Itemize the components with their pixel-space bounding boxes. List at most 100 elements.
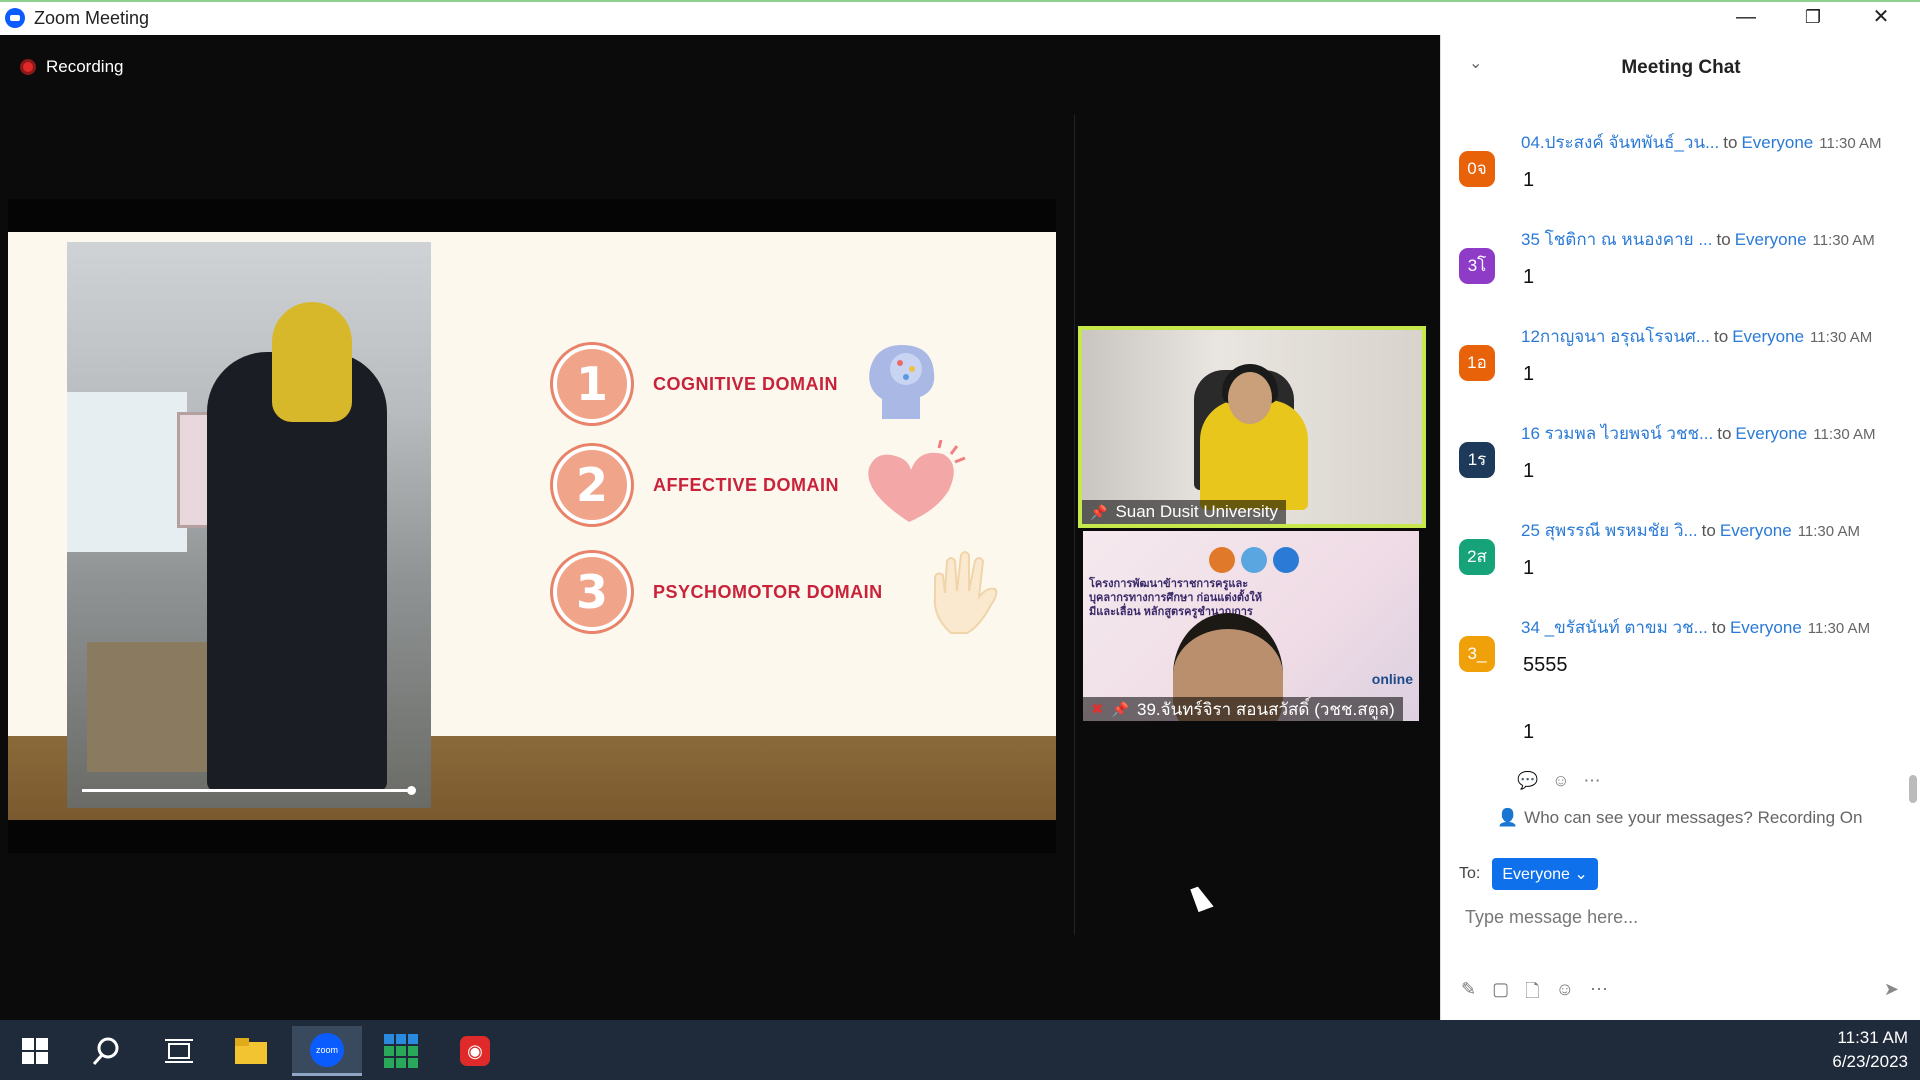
- visibility-info[interactable]: 👤 Who can see your messages? Recording O…: [1497, 808, 1862, 828]
- sender-name[interactable]: 35 โชติกา ณ หนองคาย ...: [1521, 230, 1713, 249]
- number-badge: 1: [553, 345, 631, 423]
- to-word: to: [1714, 327, 1729, 346]
- video-window: [67, 392, 187, 552]
- chat-message: 1อ 12กาญจนา อรุณโรจนศ... to Everyone 11:30 A…: [1459, 317, 1909, 407]
- app-grid-icon: [384, 1034, 418, 1068]
- more-icon[interactable]: ⋯: [1590, 979, 1608, 1009]
- close-button[interactable]: ✕: [1853, 2, 1909, 35]
- to-word: to: [1717, 424, 1732, 443]
- participant-tile[interactable]: โครงการพัฒนาข้าราชการครูและบุคลากรทางการ…: [1083, 531, 1419, 721]
- restore-button[interactable]: ❐: [1785, 2, 1841, 35]
- presentation-slide: 1 COGNITIVE DOMAIN 2 AFFECTIVE DOMAIN 3 …: [8, 232, 1056, 820]
- chat-message-text: 1: [1523, 169, 1535, 191]
- banner-caption: โครงการพัฒนาข้าราชการครูและบุคลากรทางการ…: [1089, 578, 1263, 618]
- task-view-icon: [165, 1039, 193, 1063]
- recording-label: Recording: [46, 57, 124, 76]
- recipient-name[interactable]: Everyone: [1732, 327, 1804, 346]
- emoji-icon[interactable]: ☺: [1556, 979, 1574, 1009]
- recipient-name[interactable]: Everyone: [1730, 618, 1802, 637]
- message-meta: 25 สุพรรณี พรหมชัย วิ... to Everyone 11:30 …: [1521, 517, 1860, 544]
- recipient-name[interactable]: Everyone: [1720, 521, 1792, 540]
- recording-indicator[interactable]: Recording: [20, 55, 124, 79]
- emoji-reaction-icon[interactable]: ☺: [1552, 771, 1569, 791]
- to-word: to: [1711, 618, 1726, 637]
- chat-message-text: 1: [1523, 460, 1535, 482]
- domain-label: PSYCHOMOTOR DOMAIN: [653, 581, 883, 602]
- hand-icon: [933, 551, 997, 634]
- clock-date: 6/23/2023: [1832, 1052, 1908, 1071]
- format-icon[interactable]: ✎: [1461, 979, 1476, 1009]
- video-progress-bar[interactable]: [82, 786, 416, 795]
- zoom-logo-icon: [5, 8, 25, 28]
- minimize-button[interactable]: —: [1718, 2, 1774, 35]
- avatar: 3โ: [1459, 248, 1495, 284]
- message-time: 11:30 AM: [1813, 426, 1876, 443]
- chat-title: Meeting Chat: [1621, 57, 1741, 78]
- meeting-chat-panel: ⌄ Meeting Chat 0จ 04.ประสงค์ จันทพันธ์_วน…: [1440, 35, 1920, 1020]
- reply-icon[interactable]: 💬: [1517, 771, 1538, 791]
- sender-name[interactable]: 16 รวมพล ไวยพจน์ วชช...: [1521, 424, 1713, 443]
- folder-icon: [235, 1038, 267, 1064]
- message-meta: 16 รวมพล ไวยพจน์ วชช... to Everyone 11:30 A…: [1521, 420, 1876, 447]
- chat-message-text: 5555: [1523, 654, 1568, 676]
- system-clock[interactable]: 11:31 AM 6/23/2023: [1832, 1026, 1908, 1074]
- chat-message-text: 1: [1523, 266, 1535, 288]
- more-icon[interactable]: ⋯: [1584, 771, 1601, 791]
- participant-tile-active[interactable]: 📌 Suan Dusit University: [1078, 326, 1426, 528]
- participant-name: 39.จันทร์จิรา สอนสวัสดิ์ (วชช.สตูล): [1137, 699, 1395, 719]
- message-time: 11:30 AM: [1807, 620, 1871, 637]
- shared-screen: 1 COGNITIVE DOMAIN 2 AFFECTIVE DOMAIN 3 …: [8, 199, 1056, 853]
- domain-item-affective: 2 AFFECTIVE DOMAIN: [553, 440, 969, 530]
- message-actions: 💬 ☺ ⋯: [1517, 771, 1601, 791]
- red-app-button[interactable]: ◉: [440, 1026, 510, 1076]
- recipient-name[interactable]: Everyone: [1735, 424, 1807, 443]
- message-time: 11:30 AM: [1797, 523, 1860, 540]
- chat-message: 3_ 34 _ขรัสนันท์ ตาขม วช... to Everyone 11:3…: [1459, 608, 1909, 698]
- participant-name-bar: ✖ 📌 39.จันทร์จิรา สอนสวัสดิ์ (วชช.สตูล): [1083, 697, 1403, 721]
- message-time: 11:30 AM: [1810, 329, 1873, 346]
- to-label: To:: [1459, 865, 1481, 882]
- recipient-name[interactable]: Everyone: [1741, 133, 1813, 152]
- sender-name[interactable]: 34 _ขรัสนันท์ ตาขม วช...: [1521, 618, 1708, 637]
- chat-message-text: 1: [1523, 721, 1535, 743]
- avatar: 2ส: [1459, 539, 1495, 575]
- pin-icon: 📌: [1090, 503, 1108, 520]
- app-grid-button[interactable]: [366, 1026, 436, 1076]
- recipient-row: To: Everyone ⌄: [1459, 858, 1598, 890]
- recording-dot-icon: [20, 59, 36, 75]
- chat-toolbar: ✎ ▢ 🗋 ☺ ⋯: [1461, 979, 1608, 1009]
- send-icon[interactable]: ➤: [1884, 979, 1899, 1000]
- recipient-value: Everyone: [1502, 866, 1570, 883]
- start-button[interactable]: [0, 1026, 70, 1076]
- chat-message: 3โ 35 โชติกา ณ หนองคาย ... to Everyone 11:30…: [1459, 220, 1909, 310]
- window-title: Zoom Meeting: [34, 8, 150, 28]
- online-badge: online: [1371, 671, 1413, 687]
- message-input[interactable]: Type message here...: [1465, 907, 1638, 928]
- to-word: to: [1701, 521, 1716, 540]
- task-view-button[interactable]: [144, 1026, 214, 1076]
- sender-name[interactable]: 12กาญจนา อรุณโรจนศ...: [1521, 327, 1710, 346]
- tile-face: [1228, 372, 1272, 424]
- search-button[interactable]: [72, 1026, 142, 1076]
- recipient-select[interactable]: Everyone ⌄: [1492, 858, 1598, 890]
- recipient-name[interactable]: Everyone: [1735, 230, 1807, 249]
- number-badge: 2: [553, 446, 631, 524]
- participant-name-bar: 📌 Suan Dusit University: [1082, 500, 1286, 524]
- muted-mic-icon: ✖: [1091, 701, 1104, 718]
- file-explorer-button[interactable]: [216, 1026, 286, 1076]
- domain-item-cognitive: 1 COGNITIVE DOMAIN: [553, 339, 942, 429]
- message-meta: 12กาญจนา อรุณโรจนศ... to Everyone 11:30 AM: [1521, 323, 1872, 350]
- chat-scrollbar[interactable]: [1909, 775, 1917, 803]
- heart-icon: [868, 440, 966, 522]
- domain-label: AFFECTIVE DOMAIN: [653, 474, 839, 495]
- embedded-video[interactable]: [67, 242, 431, 808]
- sender-name[interactable]: 04.ประสงค์ จันทพันธ์_วน...: [1521, 133, 1719, 152]
- message-meta: 35 โชติกา ณ หนองคาย ... to Everyone 11:30 A…: [1521, 226, 1875, 253]
- screenshot-icon[interactable]: ▢: [1492, 979, 1509, 1009]
- sender-name[interactable]: 25 สุพรรณี พรหมชัย วิ...: [1521, 521, 1698, 540]
- file-icon[interactable]: 🗋: [1525, 979, 1539, 1009]
- person-info-icon: 👤: [1497, 808, 1519, 827]
- chat-message: 0จ 04.ประสงค์ จันทพันธ์_วน... to Everyone 11…: [1459, 123, 1909, 213]
- domain-label: COGNITIVE DOMAIN: [653, 373, 839, 394]
- zoom-taskbar-button[interactable]: zoom: [292, 1026, 362, 1076]
